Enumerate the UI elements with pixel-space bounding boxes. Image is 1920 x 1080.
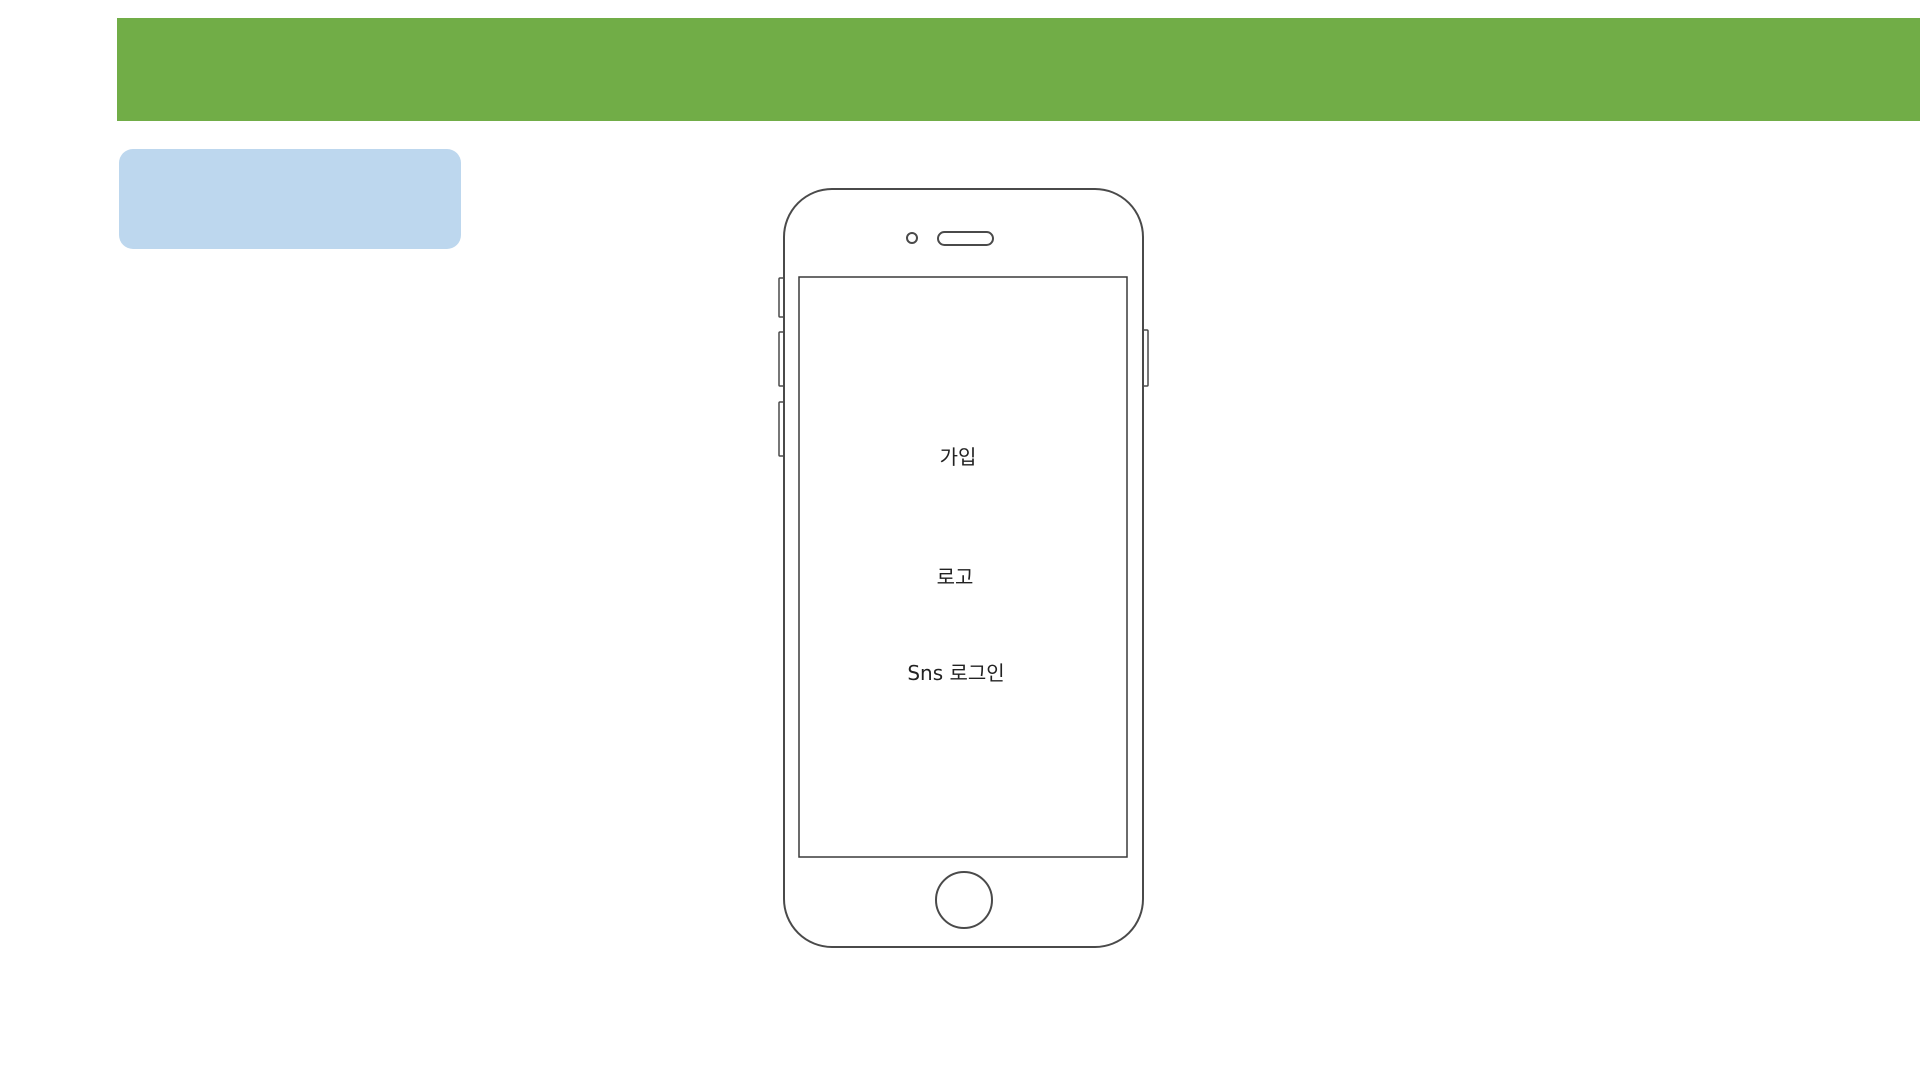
home-button[interactable] (935, 871, 993, 929)
logo-placeholder: 로고 (936, 565, 974, 589)
camera-icon (906, 232, 918, 244)
sns-login-button[interactable]: Sns 로그인 (907, 663, 1004, 683)
signup-button[interactable]: 가입 (940, 447, 977, 467)
speaker-grille (937, 231, 994, 246)
phone-mockup (778, 188, 1149, 948)
slide: 가입 로고 Sns 로그인 (0, 0, 1920, 1080)
